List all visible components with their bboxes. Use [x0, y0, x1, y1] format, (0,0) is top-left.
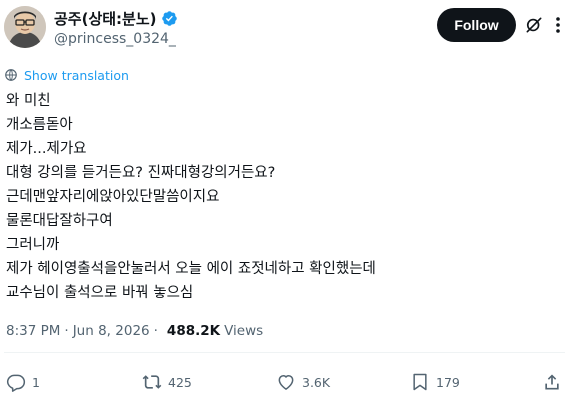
divider: [4, 352, 565, 353]
like-button[interactable]: 3.6K: [276, 370, 330, 394]
repost-button[interactable]: 425: [142, 370, 192, 394]
meta-separator: ·: [64, 323, 69, 339]
post-date[interactable]: Jun 8, 2026: [73, 323, 150, 339]
tweet-header: 공주(상태:분노) @princess_0324_ Follow: [4, 6, 565, 50]
post-line: 제가 헤이영출석을안눌러서 오늘 에이 죠젓네하고 확인했는데: [6, 261, 376, 277]
post-line: 대형 강의를 듣거든요? 진짜대형강의거든요?: [6, 165, 276, 181]
avatar-image: [4, 6, 46, 48]
post-text: 와 미친 개소름돋아 제가...제가요 대형 강의를 듣거든요? 진짜대형강의거…: [6, 89, 561, 305]
post-line: 와 미친: [6, 93, 51, 109]
show-translation-link[interactable]: Show translation: [4, 67, 129, 83]
follow-button[interactable]: Follow: [437, 8, 516, 42]
meta-separator: ·: [153, 323, 158, 339]
post-line: 개소름돋아: [6, 117, 73, 133]
share-button[interactable]: [542, 370, 562, 394]
views-count[interactable]: 488.2K: [167, 323, 220, 339]
post-line: 제가...제가요: [6, 141, 87, 157]
reply-count: 1: [32, 374, 40, 390]
post-line: 그러니까: [6, 237, 60, 253]
post-line: 교수님이 출석으로 바꿔 놓으심: [6, 285, 194, 301]
reply-button[interactable]: 1: [6, 370, 40, 394]
grok-icon[interactable]: [524, 15, 544, 35]
bookmark-button[interactable]: 179: [410, 370, 460, 394]
repost-icon: [142, 375, 162, 389]
post-meta: 8:37 PM · Jun 8, 2026 · 488.2K Views: [6, 322, 263, 340]
author-names: 공주(상태:분노) @princess_0324_: [54, 8, 178, 48]
avatar[interactable]: [4, 6, 46, 48]
bookmark-count: 179: [436, 374, 460, 390]
views-label[interactable]: Views: [224, 323, 263, 339]
more-vertical-icon[interactable]: [552, 15, 564, 35]
globe-icon: [5, 69, 17, 81]
author-handle[interactable]: @princess_0324_: [54, 30, 178, 48]
bookmark-icon: [413, 373, 427, 391]
author-display-name-row[interactable]: 공주(상태:분노): [54, 8, 178, 28]
post-time[interactable]: 8:37 PM: [6, 323, 60, 339]
repost-count: 425: [168, 374, 192, 390]
reply-icon: [6, 374, 26, 392]
author-display-name[interactable]: 공주(상태:분노): [54, 8, 157, 29]
post-line: 근데맨앞자리에앉아있단말씀이지요: [6, 189, 220, 205]
share-icon: [545, 374, 559, 390]
like-count: 3.6K: [302, 374, 331, 390]
heart-icon: [278, 375, 294, 390]
show-translation-label[interactable]: Show translation: [24, 68, 129, 83]
verified-badge-icon: [161, 10, 177, 26]
post-line: 물론대답잘하구여: [6, 213, 113, 229]
action-bar: 1 425 3.6K 179: [4, 370, 565, 394]
